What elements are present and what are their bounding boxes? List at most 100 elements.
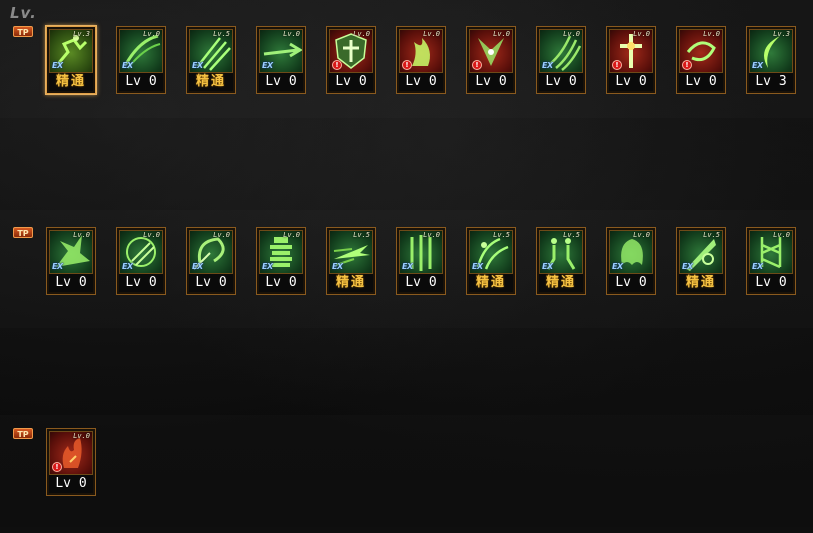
skill-slot[interactable]: Lv.0 EX Lv 0 [606, 227, 656, 295]
skill-slot[interactable]: Lv.0! Lv 0 [466, 26, 516, 94]
skill-icon-frame[interactable]: Lv.0! [609, 29, 653, 73]
skill-level-label: 精通 [49, 73, 93, 91]
tp-badge-row-2: TP [13, 227, 33, 238]
ex-badge-icon: EX [122, 61, 133, 70]
skill-mini-level: Lv.5 [563, 231, 580, 239]
skill-mini-level: Lv.0 [493, 30, 510, 38]
skill-icon-frame[interactable]: Lv.5 EX [469, 230, 513, 274]
skill-slot[interactable]: Lv.0 EX Lv 0 [536, 26, 586, 94]
skill-mini-level: Lv.0 [633, 231, 650, 239]
skill-slot[interactable]: Lv.0 EX Lv 0 [116, 227, 166, 295]
skill-icon-frame[interactable]: Lv.0! [469, 29, 513, 73]
skill-slot[interactable]: Lv.0! Lv 0 [676, 26, 726, 94]
skill-mini-level: Lv.0 [283, 231, 300, 239]
skill-mini-level: Lv.0 [423, 231, 440, 239]
skill-level-label: Lv 0 [49, 274, 93, 292]
skill-slot[interactable]: Lv.0! Lv 0 [606, 26, 656, 94]
skill-mini-level: Lv.0 [773, 231, 790, 239]
skill-icon-frame[interactable]: Lv.0 EX [399, 230, 443, 274]
ex-badge-icon: EX [262, 61, 273, 70]
ex-badge-icon: EX [192, 61, 203, 70]
skill-level-label: Lv 0 [119, 274, 163, 292]
skill-row-1: Lv.3 EX 精通 Lv.0 EX Lv 0 Lv.5 EX 精通 Lv.0 EX Lv 0 Lv.0… [46, 26, 796, 94]
skill-level-label: Lv 0 [399, 73, 443, 91]
skill-slot[interactable]: Lv.5 EX 精通 [466, 227, 516, 295]
skill-icon-frame[interactable]: Lv.5 EX [539, 230, 583, 274]
skill-slot[interactable]: Lv.0 EX Lv 0 [186, 227, 236, 295]
skill-level-label: Lv 0 [609, 274, 653, 292]
skill-slot[interactable]: Lv.3 EX Lv 3 [746, 26, 796, 94]
ex-badge-icon: EX [52, 262, 63, 271]
skill-icon-frame[interactable]: Lv.0 EX [119, 230, 163, 274]
skill-mini-level: Lv.3 [73, 30, 90, 38]
skill-slot[interactable]: Lv.3 EX 精通 [46, 26, 96, 94]
skill-level-label: 精通 [539, 274, 583, 292]
ex-badge-icon: EX [612, 262, 623, 271]
skill-level-label: 精通 [329, 274, 373, 292]
ex-badge-icon: EX [192, 262, 203, 271]
skill-level-label: 精通 [469, 274, 513, 292]
skill-slot[interactable]: Lv.0 EX Lv 0 [116, 26, 166, 94]
skill-slot[interactable]: Lv.0 EX Lv 0 [256, 26, 306, 94]
skill-level-label: Lv 0 [749, 274, 793, 292]
skill-mini-level: Lv.0 [353, 30, 370, 38]
skill-slot[interactable]: Lv.0! Lv 0 [46, 428, 96, 496]
warning-badge-icon: ! [332, 60, 342, 70]
skill-icon-frame[interactable]: Lv.0! [679, 29, 723, 73]
ex-badge-icon: EX [122, 262, 133, 271]
skill-icon-frame[interactable]: Lv.0 EX [189, 230, 233, 274]
ex-badge-icon: EX [542, 61, 553, 70]
skill-icon-frame[interactable]: Lv.5 EX [679, 230, 723, 274]
ex-badge-icon: EX [682, 262, 693, 271]
skill-level-label: Lv 0 [259, 274, 303, 292]
skill-slot[interactable]: Lv.0 EX Lv 0 [396, 227, 446, 295]
skill-mini-level: Lv.0 [213, 231, 230, 239]
skill-icon-frame[interactable]: Lv.3 EX [49, 29, 93, 73]
skill-mini-level: Lv.5 [353, 231, 370, 239]
skill-icon-frame[interactable]: Lv.5 EX [189, 29, 233, 73]
skill-slot[interactable]: Lv.5 EX 精通 [186, 26, 236, 94]
skill-slot[interactable]: Lv.0 EX Lv 0 [746, 227, 796, 295]
skill-level-label: Lv 0 [49, 475, 93, 493]
skill-icon-frame[interactable]: Lv.0! [329, 29, 373, 73]
skill-mini-level: Lv.0 [633, 30, 650, 38]
ex-badge-icon: EX [332, 262, 343, 271]
skill-icon-frame[interactable]: Lv.0! [49, 431, 93, 475]
ex-badge-icon: EX [472, 262, 483, 271]
skill-slot[interactable]: Lv.5 EX 精通 [676, 227, 726, 295]
skill-level-label: Lv 0 [119, 73, 163, 91]
warning-badge-icon: ! [402, 60, 412, 70]
skill-icon-frame[interactable]: Lv.0 EX [749, 230, 793, 274]
skill-row-3: Lv.0! Lv 0 [46, 428, 96, 496]
skill-mini-level: Lv.0 [423, 30, 440, 38]
skill-mini-level: Lv.5 [213, 30, 230, 38]
skill-level-label: Lv 0 [679, 73, 723, 91]
skill-icon-frame[interactable]: Lv.0! [399, 29, 443, 73]
skill-icon-frame[interactable]: Lv.3 EX [749, 29, 793, 73]
skill-level-label: Lv 0 [399, 274, 443, 292]
skill-icon-frame[interactable]: Lv.0 EX [609, 230, 653, 274]
background-band-bottom [0, 415, 813, 533]
skill-icon-frame[interactable]: Lv.0 EX [119, 29, 163, 73]
skill-slot[interactable]: Lv.0 EX Lv 0 [256, 227, 306, 295]
skill-level-label: Lv 0 [189, 274, 233, 292]
skill-mini-level: Lv.0 [73, 231, 90, 239]
skill-level-label: Lv 0 [469, 73, 513, 91]
skill-mini-level: Lv.5 [703, 231, 720, 239]
skill-level-label: Lv 0 [259, 73, 303, 91]
skill-icon-frame[interactable]: Lv.0 EX [259, 29, 303, 73]
warning-badge-icon: ! [682, 60, 692, 70]
skill-slot[interactable]: Lv.0 EX Lv 0 [46, 227, 96, 295]
skill-slot[interactable]: Lv.0! Lv 0 [396, 26, 446, 94]
skill-level-label: Lv 0 [329, 73, 373, 91]
skill-icon-frame[interactable]: Lv.0 EX [259, 230, 303, 274]
skill-icon-frame[interactable]: Lv.0 EX [49, 230, 93, 274]
skill-icon-frame[interactable]: Lv.0 EX [539, 29, 583, 73]
skill-slot[interactable]: Lv.5 EX 精通 [326, 227, 376, 295]
skill-level-label: 精通 [679, 274, 723, 292]
skill-slot[interactable]: Lv.0! Lv 0 [326, 26, 376, 94]
skill-icon-frame[interactable]: Lv.5 EX [329, 230, 373, 274]
skill-level-label: Lv 3 [749, 73, 793, 91]
skill-slot[interactable]: Lv.5 EX 精通 [536, 227, 586, 295]
skill-mini-level: Lv.0 [143, 231, 160, 239]
